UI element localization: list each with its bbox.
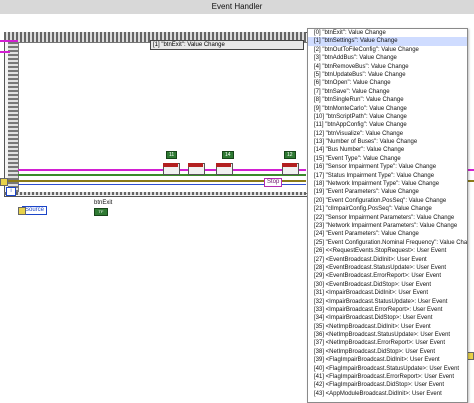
- event-case-option[interactable]: [19] "Event Parameters": Value Change: [308, 188, 467, 196]
- event-case-option[interactable]: [9] "btnMonteCarlo": Value Change: [308, 105, 467, 113]
- event-case-option[interactable]: [28] <EventBroadcast.StatusUpdate>: User…: [308, 264, 467, 272]
- event-case-option[interactable]: [0] "btnExit": Value Change: [308, 29, 467, 37]
- green-wire-main: [18, 174, 306, 176]
- numeric-constant-3[interactable]: 12: [284, 151, 296, 159]
- event-case-option[interactable]: [26] <<RequestEvents.StopRequest>: User …: [308, 247, 467, 255]
- pink-wire-main: [18, 169, 306, 171]
- event-case-option[interactable]: [40] <FlagImpairBroadcast.StatusUpdate>:…: [308, 365, 467, 373]
- olive-wire-main: [4, 180, 306, 182]
- event-data-node-icon: [18, 207, 26, 215]
- event-case-option[interactable]: [20] "Event Configuration.PosSeq": Value…: [308, 197, 467, 205]
- event-case-option[interactable]: [12] "btnVisualize": Value Change: [308, 130, 467, 138]
- event-case-option[interactable]: [38] <NetImpBroadcast.DidStop>: User Eve…: [308, 348, 467, 356]
- event-case-option[interactable]: [1] "btnSettings": Value Change: [308, 37, 467, 46]
- event-case-option[interactable]: [4] "btnRemoveBus": Value Change: [308, 63, 467, 71]
- event-case-option[interactable]: [31] <ImpairBroadcast.DidInit>: User Eve…: [308, 289, 467, 297]
- event-case-option[interactable]: [22] "Sensor Impairment Parameters": Val…: [308, 214, 467, 222]
- subvi-node-2-header: [188, 163, 203, 167]
- error-cluster-icon: [0, 178, 8, 186]
- event-case-option[interactable]: [24] "Event Parameters": Value Change: [308, 230, 467, 238]
- event-case-option[interactable]: [37] <NetImpBroadcast.ErrorReport>: User…: [308, 339, 467, 347]
- event-case-option[interactable]: [34] <ImpairBroadcast.DidStop>: User Eve…: [308, 314, 467, 322]
- event-case-option[interactable]: [2] "btnOutToFileConfig": Value Change: [308, 46, 467, 54]
- event-case-option[interactable]: [36] <NetImpBroadcast.StatusUpdate>: Use…: [308, 331, 467, 339]
- event-case-option[interactable]: [8] "btnSingleRun": Value Change: [308, 96, 467, 104]
- event-case-option[interactable]: [32] <ImpairBroadcast.StatusUpdate>: Use…: [308, 298, 467, 306]
- event-case-option[interactable]: [10] "btnScriptPath": Value Change: [308, 113, 467, 121]
- event-case-option[interactable]: [27] <EventBroadcast.DidInit>: User Even…: [308, 256, 467, 264]
- event-case-option[interactable]: [3] "btnAddBus": Value Change: [308, 54, 467, 62]
- event-case-option[interactable]: [43] <AppModuleBroadcast.DidInit>: User …: [308, 390, 467, 398]
- event-case-option[interactable]: [33] <ImpairBroadcast.ErrorReport>: User…: [308, 306, 467, 314]
- left-shift-register-strip: [8, 42, 18, 192]
- subvi-node-1-header: [163, 163, 178, 167]
- event-case-option[interactable]: [29] <EventBroadcast.ErrorReport>: User …: [308, 272, 467, 280]
- event-case-option[interactable]: [21] "clImpairConfig.PosSeq": Value Chan…: [308, 205, 467, 213]
- event-case-option[interactable]: [15] "Event Type": Value Change: [308, 155, 467, 163]
- case-selector[interactable]: [1] "btnExit": Value Change: [150, 40, 304, 50]
- blue-wire-main: [18, 184, 306, 185]
- stop-indicator[interactable]: Stop: [264, 178, 283, 187]
- event-case-option[interactable]: [17] "Status Impairment Type": Value Cha…: [308, 172, 467, 180]
- event-case-option[interactable]: [35] <NetImpBroadcast.DidInit>: User Eve…: [308, 323, 467, 331]
- event-case-dropdown[interactable]: [0] "btnExit": Value Change [1] "btnSetti…: [307, 28, 468, 403]
- event-structure-bottom-border: [4, 192, 306, 195]
- event-case-option[interactable]: [41] <FlagImpairBroadcast.ErrorReport>: …: [308, 373, 467, 381]
- event-case-option[interactable]: [23] "Network Impairment Parameters": Va…: [308, 222, 467, 230]
- event-case-option[interactable]: [6] "btnOpen": Value Change: [308, 79, 467, 87]
- pink-wire-entry-2: [0, 51, 10, 53]
- pink-wire-entry: [0, 40, 18, 42]
- button-terminal[interactable]: TF: [94, 208, 108, 216]
- event-case-option[interactable]: [7] "btnSave": Value Change: [308, 88, 467, 96]
- event-case-option[interactable]: [5] "btnUpdateBus": Value Change: [308, 71, 467, 79]
- event-case-option[interactable]: [11] "btnAppConfig": Value Change: [308, 121, 467, 129]
- event-case-option[interactable]: [14] "Bus Number": Value Change: [308, 146, 467, 154]
- event-case-option[interactable]: [13] "Number of Buses": Value Change: [308, 138, 467, 146]
- event-case-option[interactable]: [16] "Sensor Impairment Type": Value Cha…: [308, 163, 467, 171]
- subvi-node-4-header: [282, 163, 297, 167]
- window-title: Event Handler: [0, 0, 474, 15]
- event-case-option[interactable]: [39] <FlagImpairBroadcast.DidInit>: User…: [308, 356, 467, 364]
- button-label: btnExit: [94, 200, 113, 206]
- numeric-constant-1[interactable]: 11: [166, 151, 178, 159]
- numeric-constant-2[interactable]: 14: [222, 151, 234, 159]
- subvi-node-3-header: [216, 163, 231, 167]
- event-case-option[interactable]: [30] <EventBroadcast.DidStop>: User Even…: [308, 281, 467, 289]
- event-case-option[interactable]: [42] <FlagImpairBroadcast.DidStop>: User…: [308, 381, 467, 389]
- event-case-option[interactable]: [25] "Event Configuration.Nominal Freque…: [308, 239, 467, 247]
- loop-iteration-terminal: i: [6, 187, 16, 196]
- event-case-option[interactable]: [18] "Network Impairment Type": Value Ch…: [308, 180, 467, 188]
